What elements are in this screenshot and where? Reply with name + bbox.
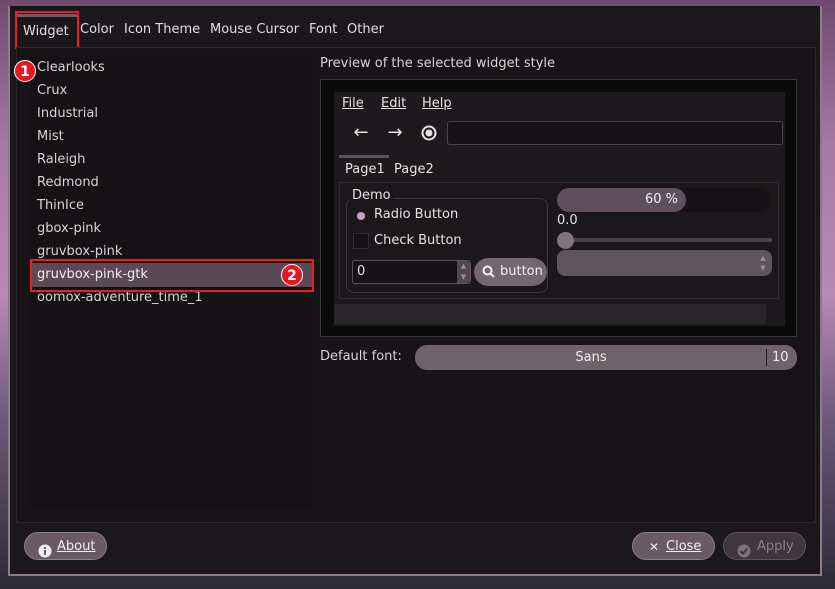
close-x-icon: ✕ xyxy=(649,540,660,554)
tab-color[interactable]: Color xyxy=(80,16,114,44)
preview-text-entry[interactable] xyxy=(447,121,783,145)
theme-item[interactable]: ThinIce xyxy=(37,195,84,217)
theme-item[interactable]: Industrial xyxy=(37,103,98,125)
font-name: Sans xyxy=(575,350,607,365)
preview-status-strip xyxy=(334,304,766,324)
checkmark-icon xyxy=(737,540,751,568)
theme-item[interactable]: Mist xyxy=(37,126,64,148)
annotation-badge-1: 1 xyxy=(14,60,36,82)
font-chooser-button[interactable]: Sans 10 xyxy=(415,345,797,370)
scale-value: 0.0 xyxy=(557,213,578,228)
tab-page2[interactable]: Page2 xyxy=(394,158,434,182)
combo-box[interactable] xyxy=(557,250,772,276)
theme-item[interactable]: Clearlooks xyxy=(37,57,105,79)
apply-button[interactable]: Apply xyxy=(723,532,806,560)
demo-button-label: button xyxy=(500,264,543,279)
forward-arrow-icon[interactable]: → xyxy=(385,122,405,144)
scale-slider-knob[interactable] xyxy=(557,232,574,249)
tab-other[interactable]: Other xyxy=(347,16,384,44)
annotation-box-widget-tab xyxy=(15,11,79,49)
theme-item[interactable]: gbox-pink xyxy=(37,218,101,240)
font-size: 10 xyxy=(772,350,789,365)
back-arrow-icon[interactable]: ← xyxy=(351,122,371,144)
info-icon xyxy=(38,540,52,568)
font-separator xyxy=(766,349,767,366)
close-label: Close xyxy=(666,539,702,554)
record-icon[interactable] xyxy=(419,122,439,144)
about-button[interactable]: About xyxy=(24,532,107,560)
menu-help[interactable]: Help xyxy=(422,96,452,111)
demo-frame-label: Demo xyxy=(350,188,393,203)
theme-item[interactable]: Redmond xyxy=(37,172,99,194)
tab-font[interactable]: Font xyxy=(309,16,337,44)
theme-item[interactable]: Raleigh xyxy=(37,149,85,171)
default-font-label: Default font: xyxy=(320,349,402,364)
tab-page1[interactable]: Page1 xyxy=(345,158,385,182)
check-button-box[interactable] xyxy=(353,233,369,249)
spin-arrows-icon[interactable]: ▲ ▼ xyxy=(457,261,470,283)
tab-icon-theme[interactable]: Icon Theme xyxy=(124,16,200,44)
search-icon xyxy=(482,258,495,297)
scale-trough[interactable] xyxy=(565,238,772,242)
demo-search-button[interactable]: button xyxy=(474,258,547,286)
close-button[interactable]: ✕ Close xyxy=(632,532,715,560)
combo-arrows-icon[interactable]: ▲ ▼ xyxy=(758,253,768,273)
menu-file[interactable]: File xyxy=(342,96,364,111)
radio-button-indicator[interactable] xyxy=(357,212,365,220)
theme-item[interactable]: Crux xyxy=(37,80,67,102)
spin-button[interactable]: 0 xyxy=(352,260,471,284)
check-button-label[interactable]: Check Button xyxy=(374,233,462,248)
annotation-badge-2: 2 xyxy=(281,264,303,286)
apply-label: Apply xyxy=(757,539,794,554)
progress-bar: 60 % xyxy=(557,188,686,212)
tab-mouse-cursor[interactable]: Mouse Cursor xyxy=(210,16,299,44)
radio-button-label[interactable]: Radio Button xyxy=(374,207,458,222)
preview-title: Preview of the selected widget style xyxy=(320,56,556,71)
about-label: About xyxy=(57,539,96,554)
annotation-box-selected-theme xyxy=(30,259,314,292)
spin-value: 0 xyxy=(357,264,366,279)
menu-edit[interactable]: Edit xyxy=(381,96,406,111)
